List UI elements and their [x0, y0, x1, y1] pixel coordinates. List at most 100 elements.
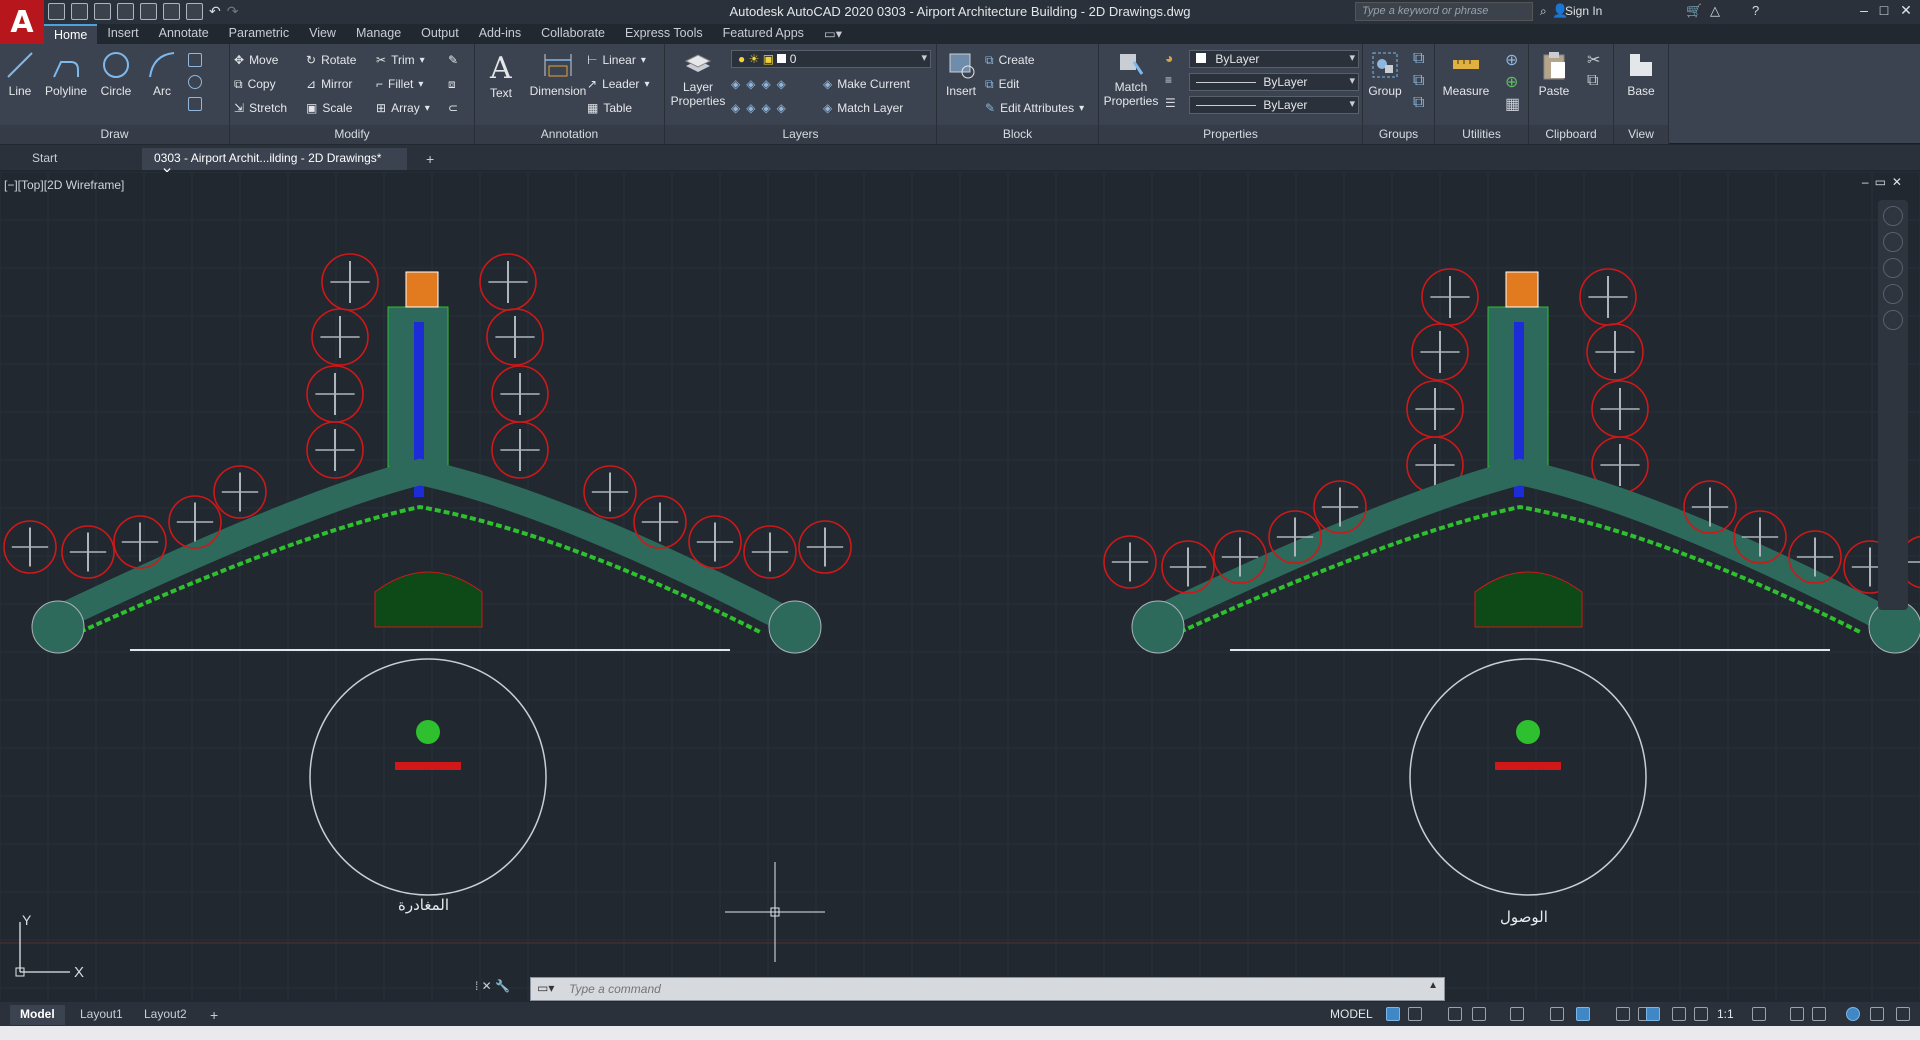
tab-view[interactable]: View [299, 24, 346, 44]
chevron-down-icon[interactable]: ▾ [425, 103, 430, 114]
line-tool[interactable]: Line [0, 50, 44, 98]
annotation-scale-value[interactable]: 1:1 [1717, 1007, 1734, 1021]
ungroup-icon[interactable]: ⧉ [1413, 50, 1424, 68]
arc-tool[interactable]: Arc [138, 50, 186, 98]
gradient-tool[interactable] [188, 94, 202, 114]
tab-collaborate[interactable]: Collaborate [531, 24, 615, 44]
isodraft-icon[interactable] [1510, 1007, 1524, 1021]
block-panel-title[interactable]: Block [937, 125, 1098, 144]
application-menu-button[interactable]: A [0, 0, 44, 44]
chevron-down-icon[interactable]: ▾ [641, 55, 646, 66]
linetype-dropdown[interactable]: ByLayer [1189, 96, 1359, 114]
viewport-controls-label[interactable]: [−][Top][2D Wireframe] [4, 178, 124, 192]
customization-menu-icon[interactable] [1896, 1007, 1910, 1021]
annotation-monitor-icon[interactable] [1790, 1007, 1804, 1021]
offset-tool[interactable]: ⊂ [448, 98, 458, 118]
pan-icon[interactable] [1883, 232, 1903, 252]
edit-attributes-tool[interactable]: ✎ Edit Attributes ▾ [985, 98, 1084, 118]
workspace-gear-icon[interactable] [1752, 1007, 1766, 1021]
insert-tool[interactable]: Insert [939, 50, 983, 98]
tab-express-tools[interactable]: Express Tools [615, 24, 713, 44]
modify-panel-title[interactable]: Modify [230, 125, 474, 144]
command-line-handle[interactable]: ⁞ ✕ 🔧 [475, 979, 510, 993]
trim-tool[interactable]: ✂ Trim ▾ [376, 50, 425, 70]
paste-tool[interactable]: Paste [1529, 50, 1579, 98]
properties-panel-title[interactable]: Properties [1099, 125, 1362, 144]
tab-add-ins[interactable]: Add-ins [469, 24, 531, 44]
mirror-tool[interactable]: ⊿ Mirror [306, 74, 352, 94]
match-properties-tool[interactable]: Match Properties [1101, 50, 1161, 108]
make-current-tool[interactable]: ◈ Make Current [823, 74, 910, 94]
move-tool[interactable]: ✥ Move [234, 50, 278, 70]
tab-manage[interactable]: Manage [346, 24, 411, 44]
tab-start[interactable]: Start [20, 148, 140, 170]
snap-mode-icon[interactable] [1408, 1007, 1422, 1021]
command-history-icon[interactable]: ▭▾ [537, 981, 554, 995]
command-input[interactable] [565, 978, 1425, 1000]
match-layer-tool[interactable]: ◈ Match Layer [823, 98, 903, 118]
command-line[interactable]: ▭▾ ▲ [530, 977, 1445, 1001]
leader-tool[interactable]: ↗ Leader ▾ [587, 74, 649, 94]
circle-tool[interactable]: Circle [92, 50, 140, 98]
tab-model[interactable]: Model [10, 1005, 65, 1025]
cart-icon[interactable]: 🛒 [1686, 3, 1702, 19]
linear-tool[interactable]: ⊢ Linear ▾ [587, 50, 646, 70]
orbit-icon[interactable] [1883, 284, 1903, 304]
help-icon[interactable]: ? [1752, 3, 1759, 18]
quick-select-icon[interactable]: ⊕ [1505, 72, 1518, 92]
chevron-down-icon[interactable]: ▾ [418, 79, 423, 90]
base-view-tool[interactable]: Base [1614, 50, 1668, 98]
grid-display-icon[interactable] [1386, 1007, 1400, 1021]
tab-home[interactable]: Home [44, 24, 98, 44]
annotation-scale-icon[interactable] [1694, 1007, 1708, 1021]
object-snap-icon[interactable] [1576, 1007, 1590, 1021]
groups-panel-title[interactable]: Groups [1363, 125, 1434, 144]
group-selection-icon[interactable]: ⧉ [1413, 94, 1424, 112]
annotation-panel-title[interactable]: Annotation [475, 125, 664, 144]
fillet-tool[interactable]: ⌐ Fillet ▾ [376, 74, 423, 94]
layer-properties-tool[interactable]: Layer Properties [667, 50, 729, 108]
color-wheel-icon[interactable]: ◕ [1165, 50, 1173, 66]
hatch-tool[interactable] [188, 72, 202, 92]
tab-layout1[interactable]: Layout1 [70, 1005, 133, 1025]
navigation-bar[interactable] [1878, 200, 1908, 610]
view-panel-title[interactable]: View [1614, 125, 1668, 144]
viewport-window-controls[interactable]: –▭✕ [1862, 175, 1908, 189]
annotation-visibility-icon[interactable] [1646, 1007, 1660, 1021]
search-input[interactable]: Type a keyword or phrase [1355, 2, 1533, 21]
group-edit-icon[interactable]: ⧉ [1413, 72, 1424, 90]
color-dropdown[interactable]: ByLayer [1189, 50, 1359, 68]
auto-scale-icon[interactable] [1672, 1007, 1686, 1021]
lineweight-dropdown[interactable]: ByLayer [1189, 73, 1359, 91]
chevron-down-icon[interactable]: ▾ [644, 79, 649, 90]
polyline-tool[interactable]: Polyline [40, 50, 92, 98]
ribbon-toggle-icon[interactable]: ▭▾ [814, 24, 852, 44]
measure-tool[interactable]: Measure [1435, 50, 1497, 98]
clipboard-panel-title[interactable]: Clipboard [1529, 125, 1613, 144]
copy-clip-icon[interactable]: ⧉ [1587, 72, 1598, 90]
cut-icon[interactable]: ✂ [1587, 50, 1600, 70]
showmotion-icon[interactable] [1883, 310, 1903, 330]
tab-insert[interactable]: Insert [97, 24, 148, 44]
erase-tool[interactable]: ✎ [448, 50, 458, 70]
object-snap-tracking-icon[interactable] [1550, 1007, 1564, 1021]
group-tool[interactable]: Group [1363, 50, 1407, 98]
polar-tracking-icon[interactable] [1472, 1007, 1486, 1021]
close-button[interactable]: ✕ [1892, 2, 1920, 19]
tab-annotate[interactable]: Annotate [149, 24, 219, 44]
scale-tool[interactable]: ▣ Scale [306, 98, 352, 118]
model-space-toggle[interactable]: MODEL [1330, 1007, 1373, 1021]
isolate-objects-icon[interactable] [1846, 1007, 1860, 1021]
utilities-panel-title[interactable]: Utilities [1435, 125, 1528, 144]
array-tool[interactable]: ⊞ Array ▾ [376, 98, 430, 118]
ortho-icon[interactable] [1448, 1007, 1462, 1021]
calculator-icon[interactable]: ▦ [1505, 94, 1520, 114]
drawing-canvas[interactable] [0, 172, 1920, 1000]
binoculars-icon[interactable]: ⌕ [1540, 4, 1547, 19]
copy-tool[interactable]: ⧉ Copy [234, 74, 276, 94]
clean-screen-icon[interactable] [1870, 1007, 1884, 1021]
a360-icon[interactable]: △ [1710, 3, 1720, 19]
drawing-viewport[interactable]: [−][Top][2D Wireframe] –▭✕ المغادرة الوص… [0, 172, 1920, 1000]
text-tool[interactable]: A Text [477, 50, 525, 100]
command-expand-icon[interactable]: ▲ [1428, 980, 1438, 991]
